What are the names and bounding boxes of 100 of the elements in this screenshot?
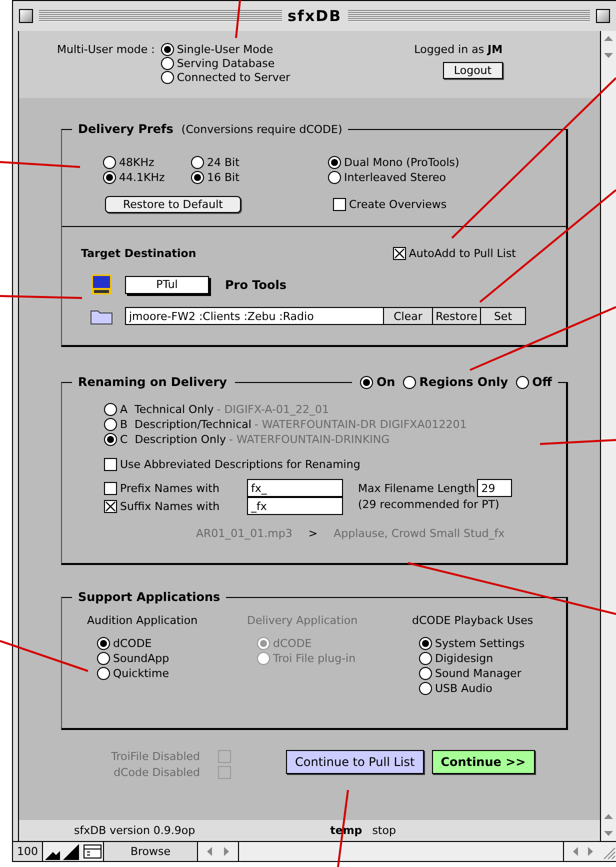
example-text: - DIGIFX-A-01_22_01: [216, 403, 329, 416]
checkbox[interactable]: [104, 458, 117, 471]
radio-label: Technical Only: [134, 403, 214, 416]
radio-label: Description/Technical: [134, 418, 252, 431]
radio-label: 44.1KHz: [119, 171, 165, 184]
restore-default-button[interactable]: Restore to Default: [105, 196, 241, 213]
group-title: Renaming on Delivery: [78, 375, 227, 389]
group-note: (Conversions require dCODE): [181, 122, 342, 136]
app-name: Pro Tools: [225, 278, 286, 292]
arrow-text: >: [308, 527, 318, 540]
radio-label: System Settings: [435, 637, 525, 650]
radio-button[interactable]: [97, 667, 110, 680]
name-affix-field[interactable]: _fx: [247, 497, 343, 515]
radio-label: Regions Only: [419, 375, 508, 389]
checkbox[interactable]: [104, 482, 117, 494]
radio-label: USB Audio: [435, 682, 492, 695]
checkbox[interactable]: [104, 500, 117, 512]
group-title: Support Applications: [78, 590, 220, 604]
folder-icon: [90, 308, 113, 324]
zoom-controls-icon[interactable]: [43, 842, 103, 861]
mode-button[interactable]: Browse: [103, 842, 198, 861]
login-status: Logged in as JM: [414, 43, 503, 56]
radio-label: A: [120, 403, 128, 416]
path-field[interactable]: jmoore-FW2 :Clients :Zebu :Radio: [125, 307, 384, 325]
radio-label: Troi File plug-in: [273, 652, 356, 665]
radio-label: Serving Database: [176, 57, 275, 70]
radio-button[interactable]: [160, 43, 174, 56]
section-title: Target Destination: [81, 247, 196, 260]
checkbox-label: Use Abbreviated Descriptions for Renaming: [120, 458, 360, 471]
radio-button[interactable]: [104, 418, 117, 431]
max-length-field[interactable]: 29: [477, 479, 512, 497]
radio-button[interactable]: [328, 156, 341, 169]
radio-button[interactable]: [403, 376, 416, 388]
zoom-box-icon[interactable]: [596, 9, 610, 23]
radio-label: Quicktime: [113, 667, 169, 680]
path-button[interactable]: Restore: [433, 307, 481, 325]
radio-button[interactable]: [516, 376, 530, 388]
pro-tools-app-icon: [91, 274, 112, 295]
checkbox[interactable]: [392, 247, 406, 260]
name-affix-field[interactable]: fx_: [247, 479, 343, 497]
checkbox-label: dCode Disabled: [114, 766, 200, 779]
radio-label: Dual Mono (ProTools): [344, 156, 460, 169]
radio-button[interactable]: [191, 156, 204, 169]
radio-button[interactable]: [191, 171, 204, 184]
radio-button[interactable]: [103, 171, 116, 184]
checkbox-label: Prefix Names with: [120, 482, 220, 494]
vertical-scrollbar[interactable]: [600, 31, 616, 841]
column-title: dCODE Playback Uses: [412, 614, 534, 627]
example-text: - WATERFOUNTAIN-DRINKING: [229, 433, 390, 446]
renamed-filename: Applause, Crowd Small Stud_fx: [334, 527, 505, 540]
radio-label: Interleaved Stereo: [344, 171, 446, 184]
radio-button[interactable]: [97, 652, 110, 665]
max-length-note: (29 recommended for PT): [358, 498, 500, 511]
continue-button[interactable]: Continue to Pull List: [286, 750, 424, 774]
example-text: - WATERFOUNTAIN-DR DIGIFXA012201: [254, 418, 467, 431]
radio-label: 24 Bit: [207, 156, 240, 169]
radio-label: Digidesign: [435, 652, 494, 665]
radio-button[interactable]: [104, 433, 117, 446]
checkbox-label: Suffix Names with: [120, 500, 221, 512]
window-title: sfxDB: [288, 7, 342, 25]
radio-button[interactable]: [419, 637, 432, 650]
checkbox-label: AutoAdd to Pull List: [408, 247, 516, 260]
radio-label: C: [120, 433, 128, 446]
radio-button[interactable]: [419, 652, 432, 665]
checkbox-label: Create Overviews: [349, 198, 447, 211]
radio-label: Single-User Mode: [176, 43, 274, 56]
column-title: Audition Application: [87, 614, 199, 627]
checkbox[interactable]: [333, 198, 346, 211]
version-text: sfxDB version 0.9.9op: [74, 824, 196, 837]
radio-label: Sound Manager: [435, 667, 522, 680]
status-text: stop: [372, 824, 396, 837]
radio-button[interactable]: [328, 171, 341, 184]
radio-label: dCODE: [113, 637, 152, 650]
logout-button[interactable]: Logout: [442, 62, 503, 79]
radio-label: dCODE: [273, 637, 312, 650]
radio-button[interactable]: [160, 71, 174, 84]
radio-label: Connected to Server: [176, 71, 290, 84]
radio-button[interactable]: [360, 376, 374, 388]
path-button[interactable]: Clear: [384, 307, 433, 325]
continue-button[interactable]: Continue >>: [432, 750, 535, 774]
radio-button[interactable]: [160, 57, 174, 70]
multi-user-label: Multi-User mode :: [57, 43, 155, 56]
close-box-icon[interactable]: [19, 9, 33, 23]
path-button[interactable]: Set: [481, 307, 526, 325]
radio-label: 16 Bit: [207, 171, 240, 184]
checkbox-label: TroiFile Disabled: [111, 750, 200, 763]
leader-line: [235, 0, 241, 38]
column-title: Delivery Application: [247, 614, 359, 627]
zoom-level[interactable]: 100: [13, 842, 43, 861]
radio-label: B: [120, 418, 128, 431]
radio-button[interactable]: [97, 637, 110, 650]
app-code-field[interactable]: PTul: [125, 276, 209, 294]
radio-label: 48KHz: [119, 156, 154, 169]
radio-button[interactable]: [104, 403, 117, 416]
radio-button[interactable]: [103, 156, 116, 169]
source-filename: AR01_01_01.mp3: [196, 527, 292, 540]
radio-button[interactable]: [419, 682, 432, 695]
radio-label: Description Only: [134, 433, 226, 446]
radio-button[interactable]: [419, 667, 432, 680]
radio-label: On: [376, 375, 396, 389]
